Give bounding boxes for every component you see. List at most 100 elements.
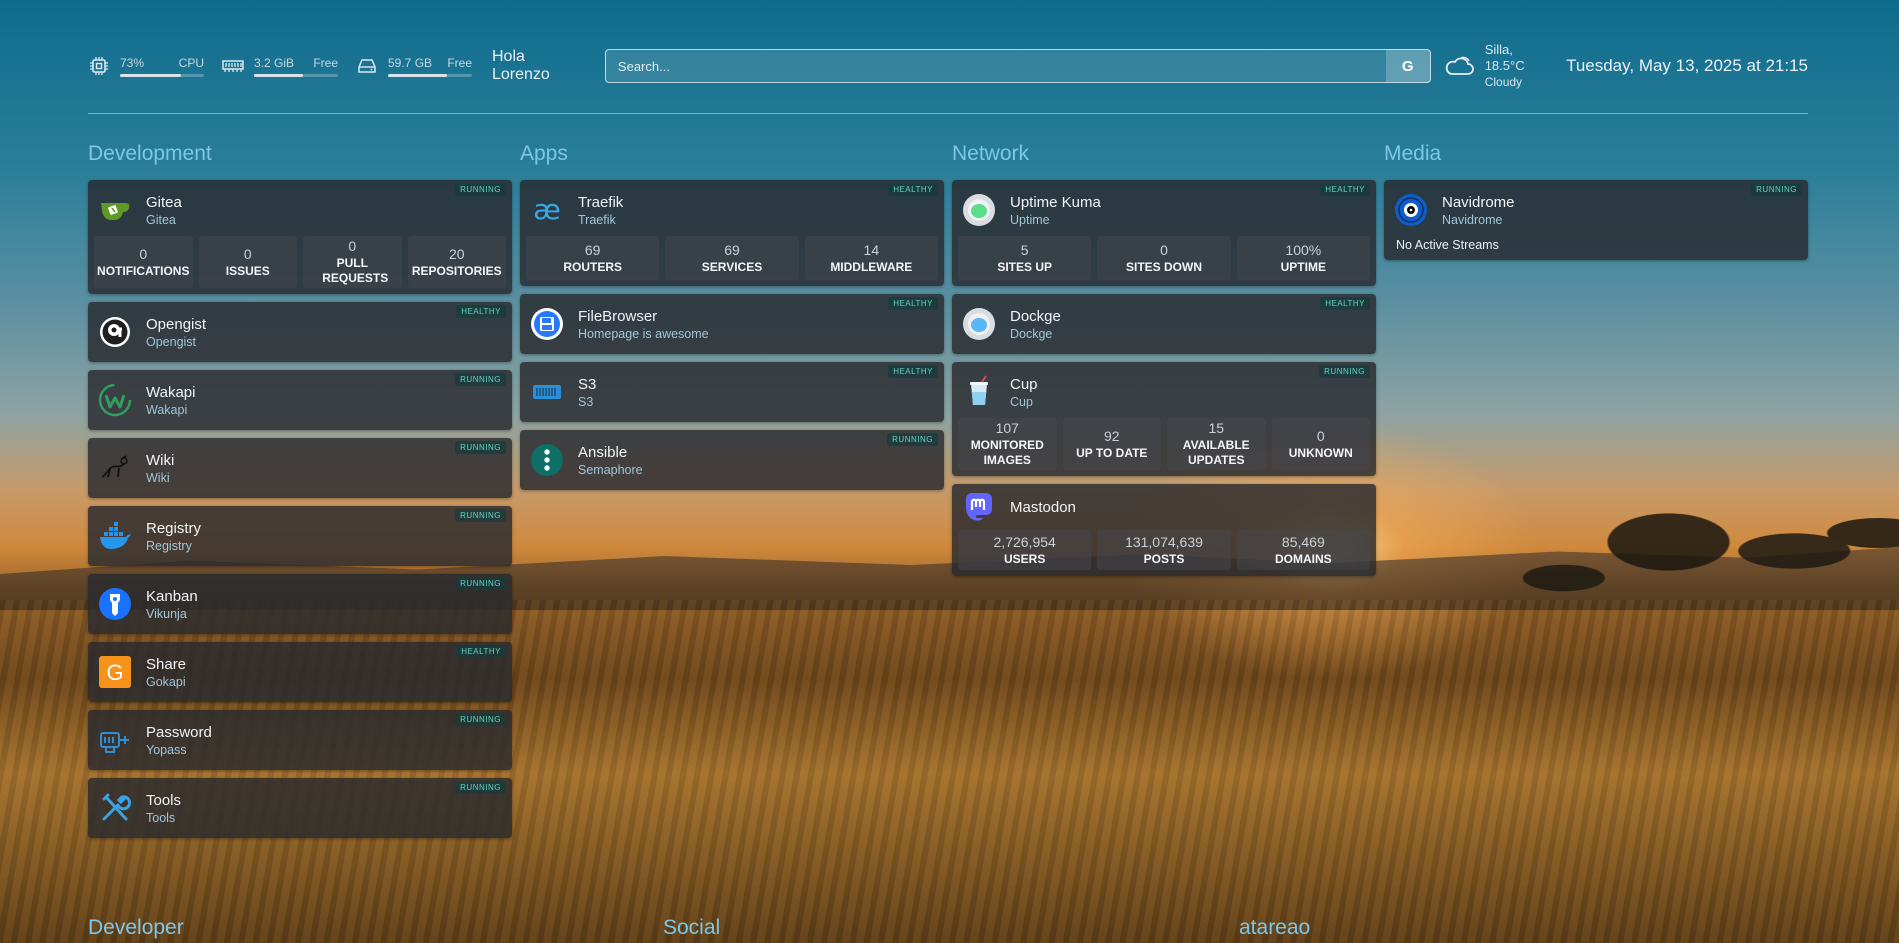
opengist-icon [98,315,132,349]
ram-widget: 3.2 GiB Free [222,55,338,77]
search-engine-button[interactable]: G [1385,50,1430,82]
stat-label: UPTIME [1280,259,1326,274]
status-badge: HEALTHY [456,645,506,658]
stat-value: 20 [448,245,465,262]
cloud-icon [1443,52,1475,80]
wakapi-icon [98,383,132,417]
svg-text:æ: æ [533,193,561,226]
service-name: Tools [146,791,182,809]
disk-bar [388,73,472,77]
stat-block: 0 NOTIFICATIONS [94,236,193,288]
stat-label: UNKNOWN [1288,445,1353,460]
stat-block: 69 ROUTERS [526,236,660,280]
stat-value: 131,074,639 [1125,533,1203,550]
datetime: Tuesday, May 13, 2025 at 21:15 [1566,56,1808,75]
stat-block: 69 SERVICES [665,236,799,280]
stat-block: 92 UP TO DATE [1062,418,1161,470]
service-subtitle: Vikunja [146,606,187,621]
header-divider [88,113,1808,114]
filebrowser-icon [530,307,564,341]
ram-value: 3.2 GiB [254,55,295,70]
status-badge: HEALTHY [888,365,938,378]
service-card-traefik[interactable]: HEALTHY æ Traefik Traefik 69 ROUTERS 69 SE… [520,180,944,286]
stat-value: 85,469 [1281,533,1325,550]
service-card-cup[interactable]: RUNNING Cup Cup 107 MONITORED IMAGES 92 UP… [952,362,1376,476]
stat-label: ISSUES [225,263,270,278]
stat-value: 100% [1285,241,1322,258]
service-card-s3[interactable]: HEALTHY S3 S3 [520,362,944,422]
service-card-gitea[interactable]: RUNNING Gitea Gitea 0 NOTIFICATIONS 0 ISSU… [88,180,512,294]
service-card-registry[interactable]: RUNNING Registry Registry [88,506,512,566]
service-card-opengist[interactable]: HEALTHY Opengist Opengist [88,302,512,362]
cpu-value: 73% [120,55,145,70]
service-subtitle: Wakapi [146,402,188,417]
mastodon-icon [962,490,996,524]
section-title: Network [952,142,1030,165]
status-badge: RUNNING [1319,365,1370,378]
service-subtitle: Gitea [146,212,176,227]
service-name: Kanban [146,587,198,605]
widget-stats: 2,726,954 USERS 131,074,639 POSTS 85,469 DO… [952,530,1376,576]
service-subtitle: Semaphore [578,462,643,477]
service-name: Wakapi [146,383,196,401]
service-name: Share [146,655,187,673]
service-card-share[interactable]: HEALTHY G Share Gokapi [88,642,512,702]
docker-icon [98,519,132,553]
status-badge: RUNNING [1751,183,1802,196]
cpu-widget: 73% CPU [88,55,204,77]
stat-block: 2,726,954 USERS [958,530,1092,570]
stat-block: 0 SITES DOWN [1097,236,1231,280]
disk-label: Free [447,55,472,70]
weather-condition: Cloudy [1484,75,1523,89]
service-card-ansible[interactable]: RUNNING Ansible Semaphore [520,430,944,490]
search-input[interactable] [605,50,1386,82]
service-card-mastodon[interactable]: Mastodon 2,726,954 USERS 131,074,639 POSTS… [952,484,1376,576]
stat-value: 0 [139,245,148,262]
stat-label: USERS [1003,551,1046,566]
stat-block: 15 AVAILABLE UPDATES [1167,418,1266,470]
service-name: Registry [146,519,202,537]
service-card-dockge[interactable]: HEALTHY Dockge Dockge [952,294,1376,354]
stat-value: 69 [584,241,601,258]
semaphore-icon [530,443,564,477]
cpu-icon [88,55,110,77]
service-card-wakapi[interactable]: RUNNING Wakapi Wakapi [88,370,512,430]
service-name: Mastodon [1010,498,1076,516]
service-card-kanban[interactable]: RUNNING Kanban Vikunja [88,574,512,634]
service-card-navidrome[interactable]: RUNNING Navidrome Navidrome No Active St… [1384,180,1808,260]
stat-block: 85,469 DOMAINS [1236,530,1370,570]
service-subtitle: Uptime [1010,212,1050,227]
status-badge: HEALTHY [888,297,938,310]
wiki-icon [98,451,132,485]
service-subtitle: S3 [578,394,594,409]
service-name: Opengist [146,315,207,333]
widget-stats: 0 NOTIFICATIONS 0 ISSUES 0 PULL REQUESTS 20… [88,236,512,294]
service-card-filebrowser[interactable]: HEALTHY FileBrowser Homepage is awesome [520,294,944,354]
stat-label: UP TO DATE [1076,445,1148,460]
stat-label: ROUTERS [563,259,622,274]
navidrome-icon [1394,193,1428,227]
service-name: Traefik [578,193,624,211]
cpu-bar [120,73,204,77]
status-badge: HEALTHY [456,305,506,318]
vikunja-icon [98,587,132,621]
stat-label: REPOSITORIES [411,263,502,278]
section-title: Media [1384,142,1442,165]
service-subtitle: Gokapi [146,674,186,689]
section-title-developer: Developer [88,916,184,939]
stat-label: DOMAINS [1274,551,1332,566]
service-subtitle: Dockge [1010,326,1053,341]
service-card-uptime-kuma[interactable]: HEALTHY Uptime Kuma Uptime 5 SITES UP 0 SI… [952,180,1376,286]
traefik-icon: æ [530,193,564,227]
service-name: Uptime Kuma [1010,193,1101,211]
status-badge: HEALTHY [1320,297,1370,310]
service-card-password[interactable]: RUNNING Password Yopass [88,710,512,770]
stat-block: 5 SITES UP [958,236,1092,280]
service-subtitle: Yopass [146,742,187,757]
service-card-wiki[interactable]: RUNNING Wiki Wiki [88,438,512,498]
stat-block: 20 REPOSITORIES [407,236,506,288]
service-card-tools[interactable]: RUNNING Tools Tools [88,778,512,838]
section-apps: Apps HEALTHY æ Traefik Traefik 69 ROUTERS… [520,142,944,498]
status-badge: RUNNING [887,433,938,446]
service-name: Wiki [146,451,175,469]
